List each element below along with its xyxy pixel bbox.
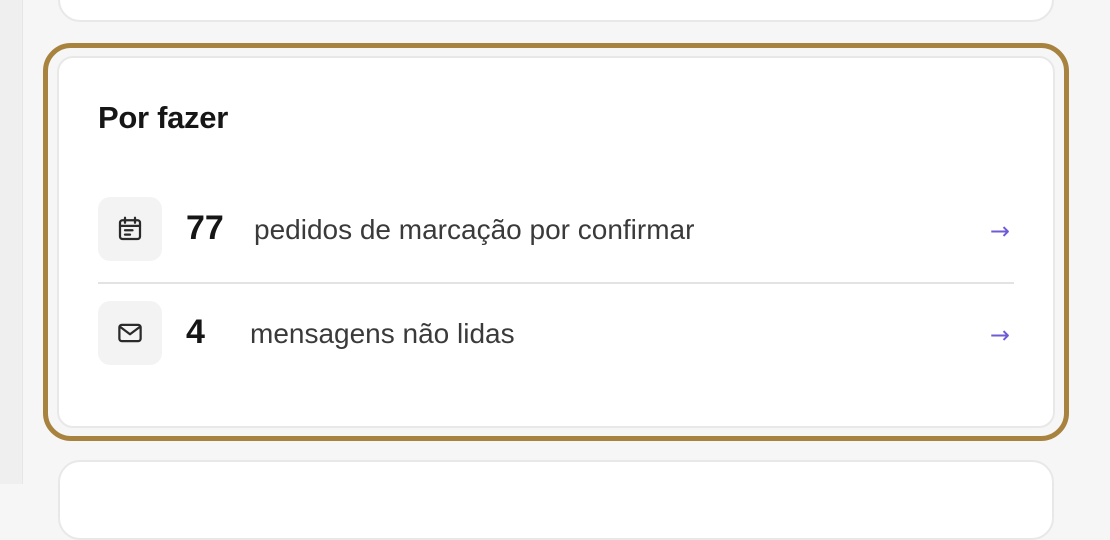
card-title: Por fazer (98, 100, 228, 135)
arrow-right-icon[interactable]: → (990, 217, 1010, 245)
next-card (58, 460, 1054, 540)
side-panel-edge (0, 0, 23, 484)
divider (98, 282, 1014, 284)
booking-requests-count: 77 (186, 209, 224, 247)
todo-item-booking-requests[interactable]: 77 pedidos de marcação por confirmar → (98, 197, 1014, 263)
previous-card (58, 0, 1054, 22)
todo-item-unread-messages[interactable]: 4 mensagens não lidas → (98, 301, 1014, 367)
arrow-right-icon[interactable]: → (990, 321, 1010, 349)
mail-icon (98, 301, 162, 365)
unread-messages-label: mensagens não lidas (250, 318, 515, 349)
unread-messages-count: 4 (186, 313, 205, 351)
booking-requests-label: pedidos de marcação por confirmar (254, 214, 695, 245)
calendar-icon (98, 197, 162, 261)
